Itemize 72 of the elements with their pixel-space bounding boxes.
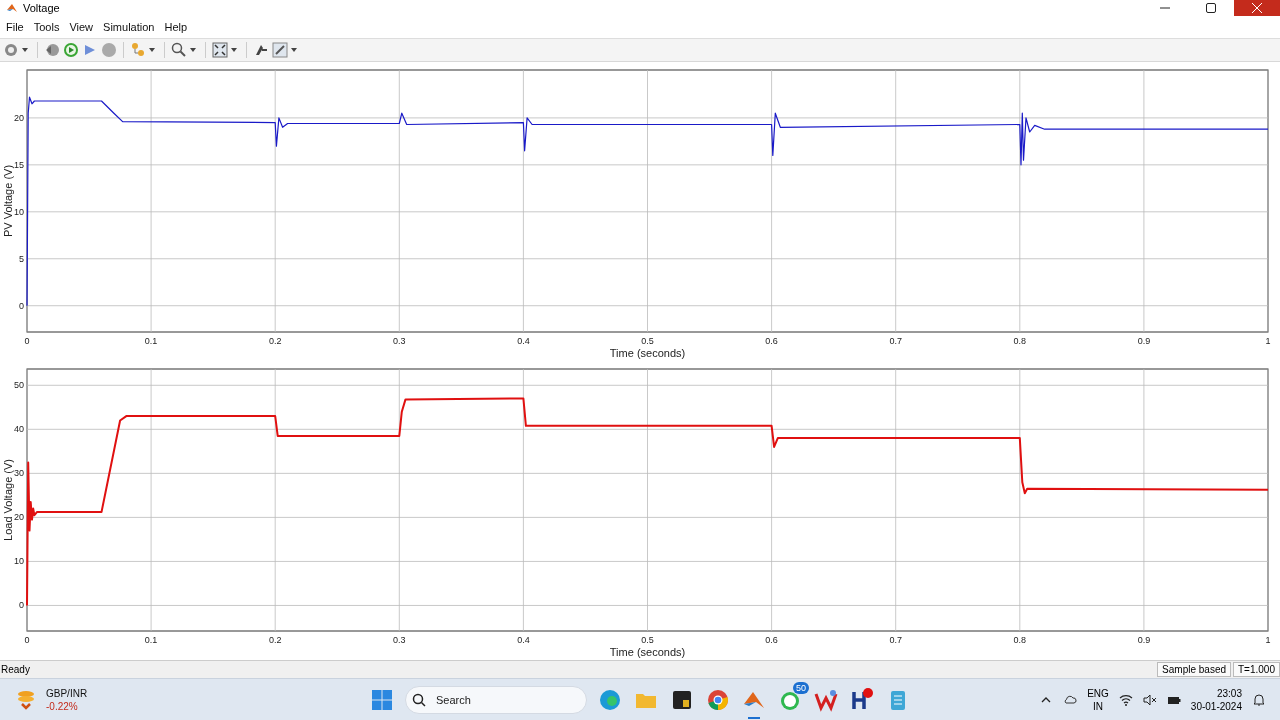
tick-label: 0.6 [765, 635, 778, 645]
tick-label: 0.5 [641, 635, 654, 645]
search-box[interactable]: Search [405, 685, 587, 714]
widget-title: GBP/INR [46, 686, 88, 700]
tick-label: 0 [24, 336, 30, 346]
tick-label: 10 [14, 206, 24, 217]
tick-label: 0.2 [268, 635, 282, 645]
menu-item[interactable]: View [65, 21, 100, 33]
notification-bell-icon[interactable] [1252, 692, 1266, 707]
axis-label: Time (seconds) [609, 347, 686, 359]
run-icon[interactable] [63, 42, 79, 58]
tick-label: 0.7 [889, 635, 902, 645]
dropdown-arrow-icon[interactable] [291, 48, 297, 52]
tick-label: 0 [24, 635, 30, 645]
maximize-icon [1206, 3, 1216, 13]
tick-label: 0.3 [393, 635, 406, 645]
status-text: Ready [0, 664, 31, 675]
tick-label: 0.9 [1137, 336, 1151, 346]
tick-label: 0.2 [268, 336, 282, 346]
search-icon[interactable] [412, 692, 426, 707]
tick-label: 0 [19, 600, 24, 611]
active-indicator [748, 716, 760, 719]
tick-label: 0.5 [641, 336, 654, 346]
dropdown-arrow-icon[interactable] [22, 48, 28, 52]
muted-speaker-icon[interactable] [1142, 692, 1157, 707]
tick-label: 20 [14, 512, 24, 523]
tick-label: 0.8 [1013, 635, 1027, 645]
menu-item[interactable]: Tools [29, 21, 66, 33]
dropdown-arrow-icon[interactable] [149, 48, 155, 52]
tick-label: 30 [14, 468, 24, 479]
axis-label: PV Voltage (V) [2, 164, 14, 238]
tick-label: 1 [1265, 336, 1271, 346]
fit-to-view-icon[interactable] [212, 42, 228, 58]
menu-item[interactable]: Simulation [99, 21, 161, 33]
tick-label: 0.1 [144, 336, 158, 346]
widget-change: -0.22% [46, 699, 79, 713]
pencil-icon[interactable] [272, 42, 288, 58]
menu-item[interactable]: Help [160, 21, 194, 33]
clock[interactable]: 23:03 30-01-2024 [1190, 686, 1242, 713]
tick-label: 1 [1265, 635, 1271, 645]
tick-label: 0 [19, 300, 24, 311]
close-button[interactable] [1234, 0, 1280, 16]
tick-label: 0.4 [517, 336, 530, 346]
simulation-time-label: T=1.000 [1233, 662, 1280, 677]
tick-label: 50 [14, 380, 24, 391]
window-title: Voltage [23, 2, 61, 14]
dropdown-arrow-icon[interactable] [231, 48, 237, 52]
tick-label: 20 [14, 112, 24, 123]
tick-label: 5 [19, 253, 24, 264]
search-field[interactable]: Search [434, 692, 548, 707]
step-back-icon[interactable] [44, 42, 60, 58]
wifi-icon[interactable] [1118, 692, 1133, 707]
tick-label: 10 [14, 556, 24, 567]
tick-label: 0.3 [393, 336, 406, 346]
notification-badge: 50 [793, 681, 809, 694]
tick-label: 15 [14, 159, 24, 170]
close-icon [1252, 3, 1262, 13]
axis-label: Load Voltage (V) [2, 459, 14, 541]
tick-label: 0.6 [765, 336, 778, 346]
menu-item[interactable]: File [2, 21, 30, 33]
zoom-icon[interactable] [171, 42, 187, 58]
sample-mode-label: Sample based [1157, 662, 1231, 677]
tick-label: 0.9 [1137, 635, 1151, 645]
tick-label: 40 [14, 424, 24, 435]
tick-label: 0.4 [517, 635, 530, 645]
matlab-logo-icon [6, 2, 18, 14]
axis-label: Time (seconds) [609, 646, 686, 658]
tick-label: 0.1 [144, 635, 158, 645]
language-indicator[interactable]: ENG IN [1087, 686, 1109, 713]
tick-label: 0.7 [889, 336, 902, 346]
dropdown-arrow-icon[interactable] [190, 48, 196, 52]
tick-label: 0.8 [1013, 336, 1027, 346]
